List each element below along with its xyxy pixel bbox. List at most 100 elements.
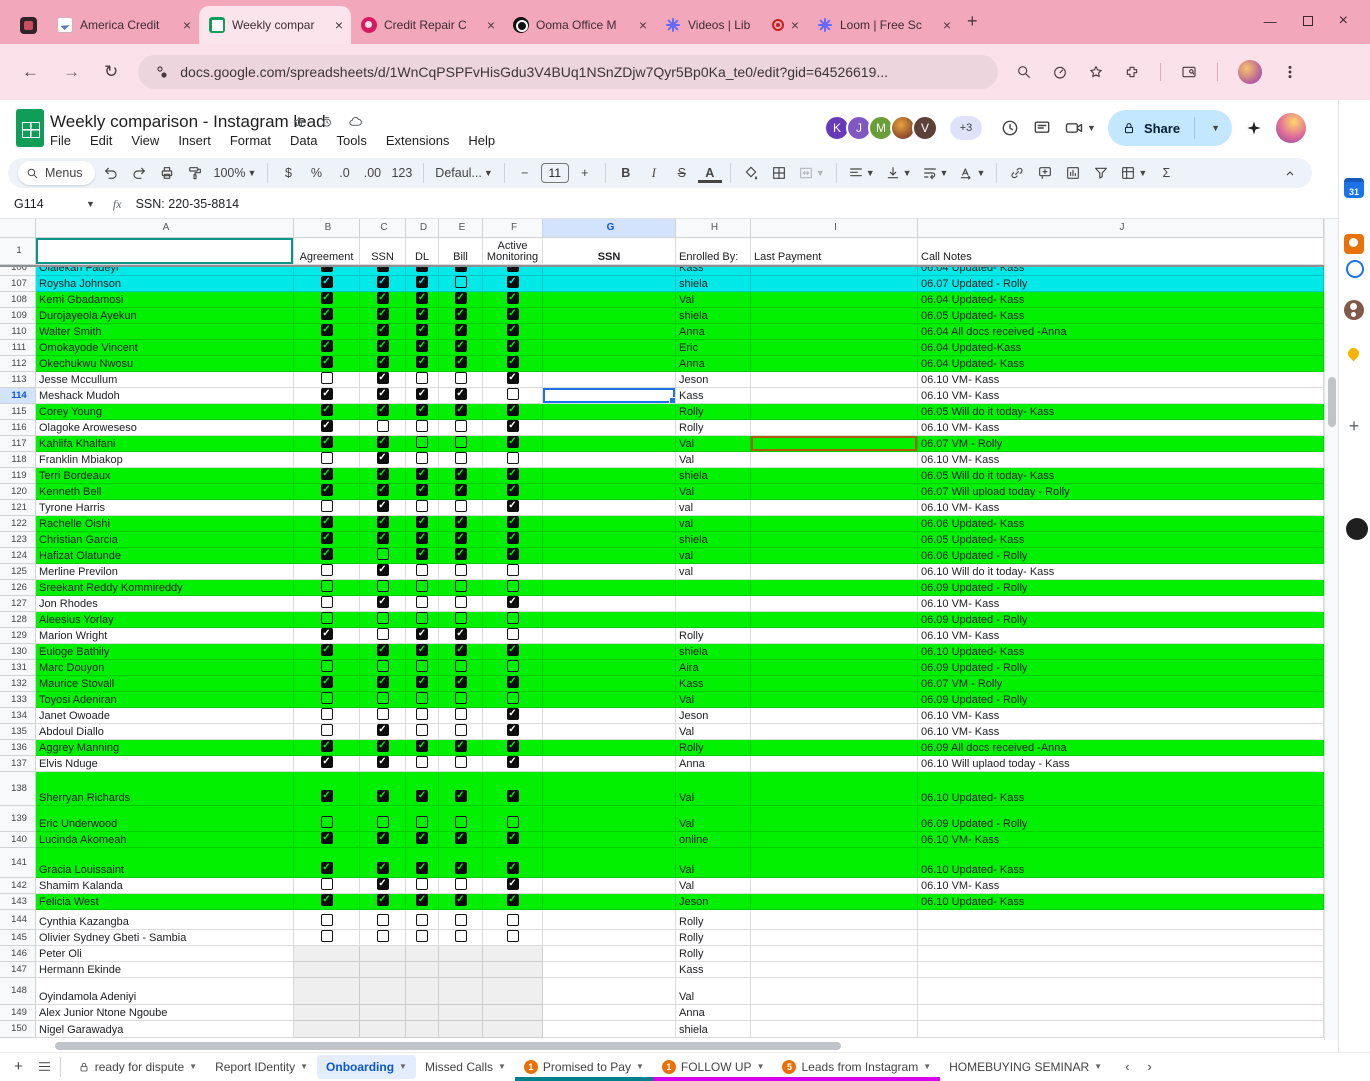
checkbox-cell-E138[interactable] (439, 772, 483, 806)
enrolled-by-cell[interactable]: shiela (676, 308, 751, 324)
last-payment-cell[interactable] (751, 806, 918, 832)
call-notes-cell[interactable]: 06.10 Will do it today- Kass (918, 564, 1324, 580)
row-header-141[interactable]: 141 (0, 848, 36, 878)
checked-checkbox[interactable] (507, 500, 519, 512)
checkbox-cell-D150[interactable] (406, 1021, 439, 1038)
checkbox-cell-D109[interactable] (406, 308, 439, 324)
checked-checkbox[interactable] (377, 724, 389, 736)
call-notes-cell[interactable]: 06.09 Updated - Rolly (918, 660, 1324, 676)
horizontal-scrollbar[interactable] (0, 1040, 1338, 1052)
enrolled-by-cell[interactable]: Val (676, 436, 751, 452)
sheet-nav-left-icon[interactable]: ‹ (1125, 1059, 1129, 1074)
add-sheet-button[interactable]: + (14, 1058, 23, 1075)
checked-checkbox[interactable] (321, 468, 333, 480)
checked-checkbox[interactable] (416, 468, 428, 480)
checkbox-cell-C147[interactable] (360, 962, 406, 978)
font-size-input-button[interactable]: 11 (541, 163, 569, 183)
unchecked-checkbox[interactable] (377, 692, 389, 704)
last-payment-cell[interactable] (751, 580, 918, 596)
checkbox-cell-B117[interactable] (294, 436, 360, 452)
client-name-cell[interactable]: Kahlifa Khalfani (36, 436, 294, 452)
checked-checkbox[interactable] (507, 878, 519, 890)
header-cell-H1[interactable]: Enrolled By: (676, 238, 751, 265)
checked-checkbox[interactable] (507, 596, 519, 608)
unchecked-checkbox[interactable] (507, 580, 519, 592)
row-header-139[interactable]: 139 (0, 806, 36, 832)
row-header-1[interactable]: 1 (0, 238, 36, 265)
client-name-cell[interactable]: Merline Previlon (36, 564, 294, 580)
unchecked-checkbox[interactable] (416, 930, 428, 942)
checkbox-cell-D145[interactable] (406, 930, 439, 946)
ssn-cell-G139[interactable] (543, 806, 676, 832)
last-payment-cell[interactable] (751, 708, 918, 724)
row-header-122[interactable]: 122 (0, 516, 36, 532)
checkbox-cell-F134[interactable] (483, 708, 543, 724)
ssn-cell-G116[interactable] (543, 420, 676, 436)
last-payment-cell[interactable] (751, 946, 918, 962)
call-notes-cell[interactable]: 06.10 VM- Kass (918, 596, 1324, 612)
last-payment-cell[interactable] (751, 660, 918, 676)
checkbox-cell-D122[interactable] (406, 516, 439, 532)
text-wrap-button[interactable]: ▼ (919, 161, 952, 185)
sheet-tab-follow-up[interactable]: 1FOLLOW UP▼ (653, 1055, 774, 1079)
checkbox-cell-F122[interactable] (483, 516, 543, 532)
call-notes-cell[interactable]: 06.09 Updated - Rolly (918, 612, 1324, 628)
checkbox-cell-C150[interactable] (360, 1021, 406, 1038)
column-header-G[interactable]: G (543, 219, 676, 238)
enrolled-by-cell[interactable]: Val (676, 484, 751, 500)
tab-close-icon[interactable]: × (183, 17, 191, 33)
checked-checkbox[interactable] (321, 340, 333, 352)
unchecked-checkbox[interactable] (455, 612, 467, 624)
checkbox-cell-D126[interactable] (406, 580, 439, 596)
bold-button[interactable]: B (614, 161, 638, 185)
document-title[interactable]: Weekly comparison - Instagram lead (50, 112, 326, 132)
checkbox-cell-E136[interactable] (439, 740, 483, 756)
ssn-cell-G141[interactable] (543, 848, 676, 878)
checked-checkbox[interactable] (416, 324, 428, 336)
client-name-cell[interactable]: Shamim Kalanda (36, 878, 294, 894)
header-cell-B1[interactable]: Agreement (294, 238, 360, 265)
checkbox-cell-B122[interactable] (294, 516, 360, 532)
last-payment-cell[interactable] (751, 772, 918, 806)
checked-checkbox[interactable] (377, 388, 389, 400)
checkbox-cell-E122[interactable] (439, 516, 483, 532)
sheet-tab-missed-calls[interactable]: Missed Calls▼ (416, 1055, 515, 1079)
checked-checkbox[interactable] (377, 356, 389, 368)
zoom-select-button[interactable]: 100%▼ (211, 161, 260, 185)
checkbox-cell-B150[interactable] (294, 1021, 360, 1038)
enrolled-by-cell[interactable]: Anna (676, 756, 751, 772)
checkbox-cell-F131[interactable] (483, 660, 543, 676)
call-notes-cell[interactable]: 06.09 All docs received -Anna (918, 740, 1324, 756)
checked-checkbox[interactable] (507, 356, 519, 368)
checkbox-cell-D130[interactable] (406, 644, 439, 660)
client-name-cell[interactable]: Walter Smith (36, 324, 294, 340)
browser-profile-avatar[interactable] (1238, 60, 1262, 84)
checked-checkbox[interactable] (377, 468, 389, 480)
ssn-cell-G147[interactable] (543, 962, 676, 978)
performance-icon[interactable] (1052, 64, 1068, 80)
vertical-align-button[interactable]: ▼ (882, 161, 915, 185)
row-header-149[interactable]: 149 (0, 1005, 36, 1021)
enrolled-by-cell[interactable] (676, 596, 751, 612)
merge-cells-button[interactable]: ▼ (795, 161, 828, 185)
unchecked-checkbox[interactable] (455, 420, 467, 432)
tab-close-icon[interactable]: × (639, 17, 647, 33)
checkbox-cell-E124[interactable] (439, 548, 483, 564)
column-header-J[interactable]: J (918, 219, 1324, 238)
checked-checkbox[interactable] (507, 436, 519, 448)
font-select-button[interactable]: Defaul...▼ (432, 161, 495, 185)
strikethrough-button[interactable]: S (670, 161, 694, 185)
checkbox-cell-E150[interactable] (439, 1021, 483, 1038)
checked-checkbox[interactable] (377, 756, 389, 768)
fill-color-button[interactable] (739, 161, 763, 185)
checkbox-cell-F130[interactable] (483, 644, 543, 660)
checkbox-cell-F110[interactable] (483, 324, 543, 340)
unchecked-checkbox[interactable] (455, 580, 467, 592)
checkbox-cell-C142[interactable] (360, 878, 406, 894)
checkbox-cell-B139[interactable] (294, 806, 360, 832)
checked-checkbox[interactable] (321, 756, 333, 768)
ssn-cell-G137[interactable] (543, 756, 676, 772)
checkbox-cell-C135[interactable] (360, 724, 406, 740)
checked-checkbox[interactable] (455, 894, 467, 906)
increase-font-size-button[interactable]: + (573, 161, 597, 185)
